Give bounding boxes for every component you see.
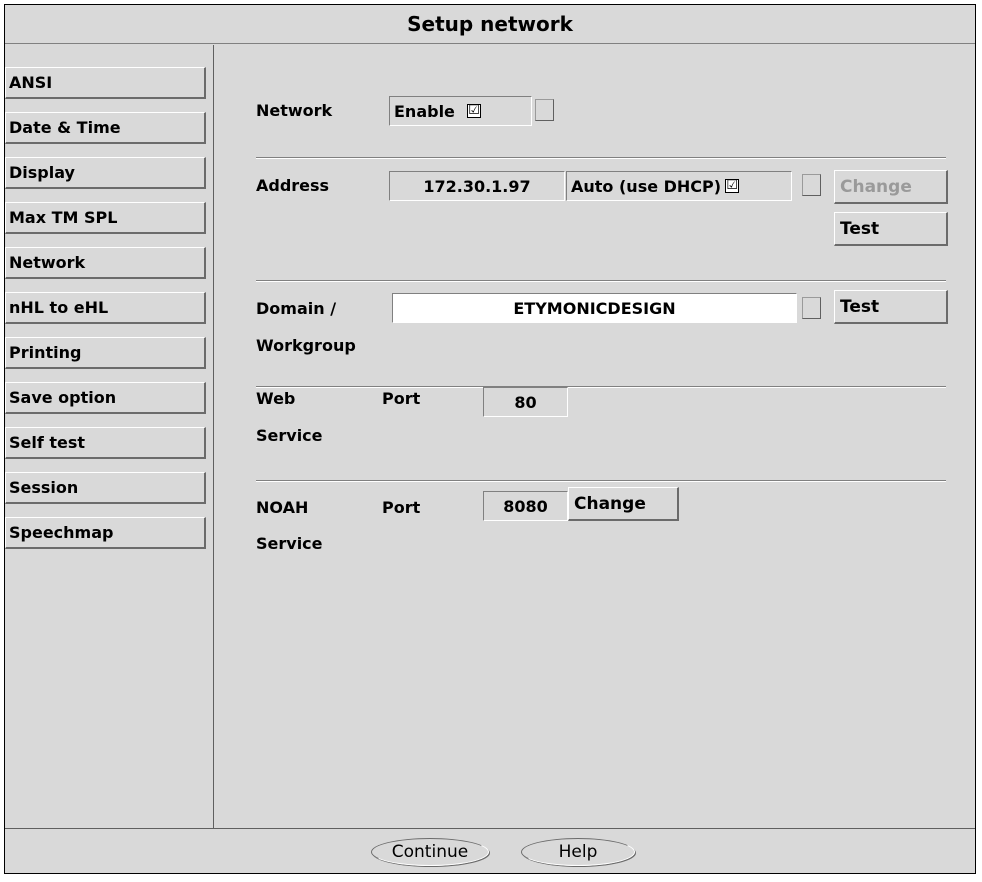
network-label: Network xyxy=(256,101,333,120)
sidebar-item-date-time[interactable]: Date & Time xyxy=(5,112,206,144)
sidebar-item-printing[interactable]: Printing xyxy=(5,337,206,369)
noah-port-field[interactable]: 8080 xyxy=(483,491,568,521)
network-enable-checkbox[interactable]: ☑ xyxy=(466,104,481,118)
sidebar-item-nhl-to-ehl[interactable]: nHL to eHL xyxy=(5,292,206,324)
noah-service-label-line2: Service xyxy=(256,534,323,553)
setup-network-window: Setup network ANSI Date & Time Display M… xyxy=(4,4,976,874)
domain-label-line1: Domain / xyxy=(256,299,337,318)
web-service-label-line1: Web xyxy=(256,389,296,408)
sidebar: ANSI Date & Time Display Max TM SPL Netw… xyxy=(5,45,214,830)
domain-input[interactable]: ETYMONICDESIGN xyxy=(392,293,797,323)
sidebar-item-max-tm-spl[interactable]: Max TM SPL xyxy=(5,202,206,234)
window-title: Setup network xyxy=(5,5,975,44)
separator xyxy=(256,280,946,282)
domain-label-line2: Workgroup xyxy=(256,336,356,355)
address-change-button[interactable]: Change xyxy=(834,170,948,204)
continue-button[interactable]: Continue xyxy=(371,838,489,866)
noah-service-label-line1: NOAH xyxy=(256,498,309,517)
address-indicator-box xyxy=(802,174,821,196)
domain-indicator-box xyxy=(802,297,821,319)
web-service-label-line2: Service xyxy=(256,426,323,445)
footer-bar: Continue Help xyxy=(5,828,975,873)
noah-port-label: Port xyxy=(382,498,421,517)
network-settings-panel: Network Enable ☑ Address 172.30.1.97 Aut… xyxy=(214,45,976,830)
network-enable-label: Enable xyxy=(394,101,455,121)
separator xyxy=(256,386,946,388)
sidebar-item-network[interactable]: Network xyxy=(5,247,206,279)
sidebar-item-save-option[interactable]: Save option xyxy=(5,382,206,414)
help-button[interactable]: Help xyxy=(521,838,635,866)
sidebar-item-ansi[interactable]: ANSI xyxy=(5,67,206,99)
separator xyxy=(256,157,946,159)
sidebar-item-session[interactable]: Session xyxy=(5,472,206,504)
network-enable-group: Enable ☑ xyxy=(389,96,532,126)
sidebar-item-self-test[interactable]: Self test xyxy=(5,427,206,459)
address-label: Address xyxy=(256,176,330,195)
noah-change-button[interactable]: Change xyxy=(568,487,679,521)
dhcp-checkbox[interactable]: ☑ xyxy=(725,179,740,193)
dhcp-group: Auto (use DHCP) ☑ xyxy=(566,171,792,201)
dhcp-label: Auto (use DHCP) xyxy=(571,176,722,196)
address-test-button[interactable]: Test xyxy=(834,212,948,246)
web-port-label: Port xyxy=(382,389,421,408)
domain-test-button[interactable]: Test xyxy=(834,290,948,324)
sidebar-item-display[interactable]: Display xyxy=(5,157,206,189)
address-field[interactable]: 172.30.1.97 xyxy=(389,171,565,201)
sidebar-item-speechmap[interactable]: Speechmap xyxy=(5,517,206,549)
separator xyxy=(256,480,946,482)
web-port-field[interactable]: 80 xyxy=(483,387,568,417)
network-indicator-box xyxy=(535,99,554,121)
